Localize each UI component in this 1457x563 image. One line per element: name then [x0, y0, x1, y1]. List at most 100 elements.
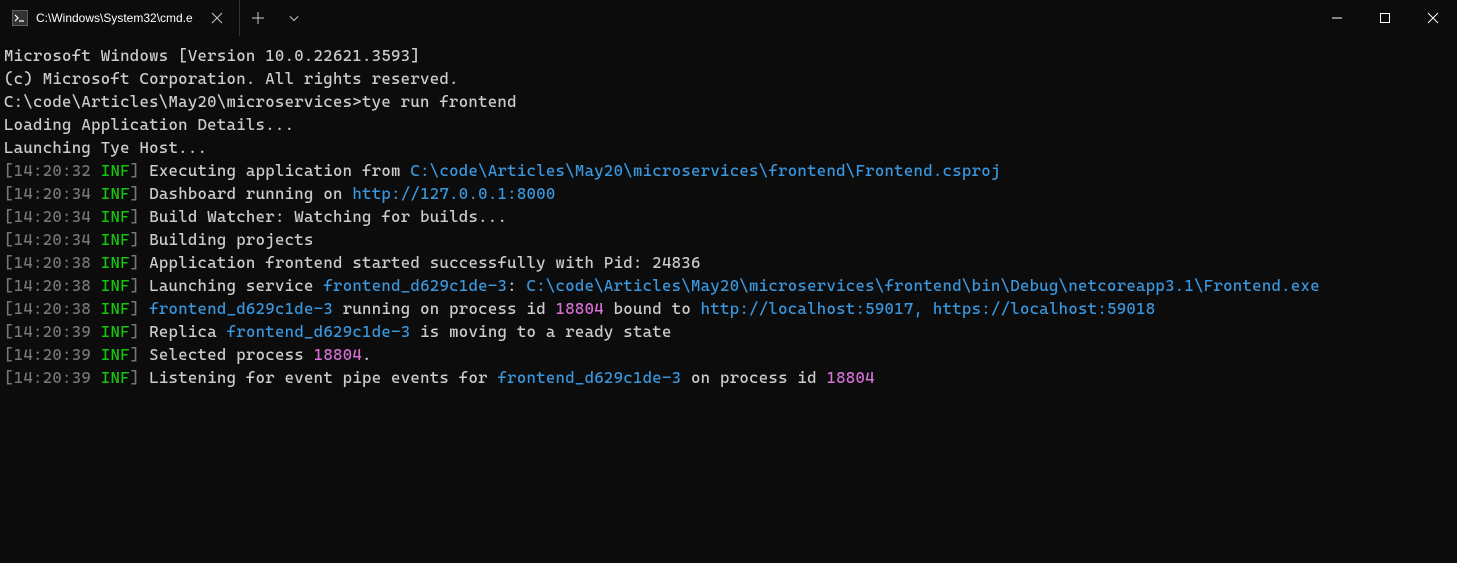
timestamp: 14:20:32: [14, 161, 91, 180]
tab-actions: [240, 0, 312, 36]
bracket: [: [4, 299, 14, 318]
loading-text: Launching Tye Host...: [4, 138, 207, 157]
terminal-line: (c) Microsoft Corporation. All rights re…: [4, 67, 1453, 90]
titlebar-left: C:\Windows\System32\cmd.e: [0, 0, 312, 36]
bracket: [: [4, 368, 14, 387]
timestamp: 14:20:39: [14, 368, 91, 387]
bracket: ]: [130, 184, 140, 203]
log-level: INF: [101, 184, 130, 203]
log-segment: 18804: [826, 368, 874, 387]
log-level: INF: [101, 207, 130, 226]
terminal-line: [14:20:38 INF] frontend_d629c1de-3 runni…: [4, 297, 1453, 320]
bracket: [: [4, 276, 14, 295]
bracket: [: [4, 207, 14, 226]
terminal-line: [14:20:39 INF] Replica frontend_d629c1de…: [4, 320, 1453, 343]
maximize-button[interactable]: [1361, 0, 1409, 36]
log-segment: Launching service: [149, 276, 323, 295]
timestamp: 14:20:38: [14, 276, 91, 295]
log-segment: Application frontend started successfull…: [149, 253, 700, 272]
log-level: INF: [101, 345, 130, 364]
timestamp: 14:20:38: [14, 253, 91, 272]
timestamp: 14:20:38: [14, 299, 91, 318]
log-segment: :: [507, 276, 526, 295]
log-segment: Replica: [149, 322, 226, 341]
bracket: ]: [130, 322, 140, 341]
bracket: [: [4, 161, 14, 180]
bracket: [: [4, 230, 14, 249]
log-segment: Building projects: [149, 230, 313, 249]
log-segment: 18804: [314, 345, 362, 364]
log-segment: Listening for event pipe events for: [149, 368, 497, 387]
bracket: [: [4, 345, 14, 364]
terminal-line: [14:20:38 INF] Launching service fronten…: [4, 274, 1453, 297]
log-segment: Selected process: [149, 345, 313, 364]
command-text: tye run frontend: [362, 92, 517, 111]
new-tab-button[interactable]: [248, 8, 268, 28]
tab-title: C:\Windows\System32\cmd.e: [36, 11, 199, 25]
terminal-line: Loading Application Details...: [4, 113, 1453, 136]
terminal-line: Microsoft Windows [Version 10.0.22621.35…: [4, 44, 1453, 67]
log-level: INF: [101, 299, 130, 318]
tab-cmd[interactable]: C:\Windows\System32\cmd.e: [0, 0, 240, 36]
timestamp: 14:20:34: [14, 184, 91, 203]
bracket: ]: [130, 345, 140, 364]
timestamp: 14:20:34: [14, 207, 91, 226]
log-segment: http://127.0.0.1:8000: [352, 184, 555, 203]
log-segment: C:\code\Articles\May20\microservices\fro…: [410, 161, 1000, 180]
terminal-line: [14:20:39 INF] Selected process 18804.: [4, 343, 1453, 366]
log-segment: Build Watcher: Watching for builds...: [149, 207, 507, 226]
bracket: [: [4, 184, 14, 203]
log-level: INF: [101, 161, 130, 180]
header-line: Microsoft Windows [Version 10.0.22621.35…: [4, 46, 420, 65]
header-line: (c) Microsoft Corporation. All rights re…: [4, 69, 459, 88]
log-segment: Dashboard running on: [149, 184, 352, 203]
terminal-line: C:\code\Articles\May20\microservices>tye…: [4, 90, 1453, 113]
log-segment: frontend_d629c1de-3: [498, 368, 682, 387]
terminal-line: [14:20:34 INF] Dashboard running on http…: [4, 182, 1453, 205]
log-segment: frontend_d629c1de-3: [149, 299, 333, 318]
tab-dropdown-button[interactable]: [284, 8, 304, 28]
bracket: ]: [130, 207, 140, 226]
log-level: INF: [101, 368, 130, 387]
terminal-line: [14:20:34 INF] Build Watcher: Watching f…: [4, 205, 1453, 228]
terminal-line: [14:20:38 INF] Application frontend star…: [4, 251, 1453, 274]
terminal-output[interactable]: Microsoft Windows [Version 10.0.22621.35…: [0, 36, 1457, 397]
log-segment: .: [362, 345, 372, 364]
bracket: [: [4, 322, 14, 341]
bracket: ]: [130, 276, 140, 295]
minimize-button[interactable]: [1313, 0, 1361, 36]
log-segment: frontend_d629c1de-3: [227, 322, 411, 341]
terminal-line: [14:20:32 INF] Executing application fro…: [4, 159, 1453, 182]
timestamp: 14:20:39: [14, 322, 91, 341]
bracket: ]: [130, 230, 140, 249]
log-level: INF: [101, 276, 130, 295]
log-segment: Executing application from: [149, 161, 410, 180]
tab-close-button[interactable]: [207, 8, 227, 28]
timestamp: 14:20:34: [14, 230, 91, 249]
bracket: ]: [130, 253, 140, 272]
log-segment: http://localhost:59017, https://localhos…: [701, 299, 1156, 318]
log-level: INF: [101, 230, 130, 249]
window-controls: [1313, 0, 1457, 36]
terminal-line: [14:20:34 INF] Building projects: [4, 228, 1453, 251]
log-segment: frontend_d629c1de-3: [323, 276, 507, 295]
log-segment: running on process id: [333, 299, 556, 318]
log-segment: bound to: [604, 299, 701, 318]
log-segment: is moving to a ready state: [410, 322, 671, 341]
log-level: INF: [101, 253, 130, 272]
log-segment: C:\code\Articles\May20\microservices\fro…: [527, 276, 1320, 295]
log-level: INF: [101, 322, 130, 341]
log-segment: on process id: [681, 368, 826, 387]
cmd-icon: [12, 10, 28, 26]
titlebar: C:\Windows\System32\cmd.e: [0, 0, 1457, 36]
terminal-line: Launching Tye Host...: [4, 136, 1453, 159]
timestamp: 14:20:39: [14, 345, 91, 364]
log-segment: 18804: [556, 299, 604, 318]
bracket: ]: [130, 299, 140, 318]
terminal-line: [14:20:39 INF] Listening for event pipe …: [4, 366, 1453, 389]
bracket: [: [4, 253, 14, 272]
loading-text: Loading Application Details...: [4, 115, 294, 134]
prompt: C:\code\Articles\May20\microservices>: [4, 92, 362, 111]
bracket: ]: [130, 161, 140, 180]
close-button[interactable]: [1409, 0, 1457, 36]
